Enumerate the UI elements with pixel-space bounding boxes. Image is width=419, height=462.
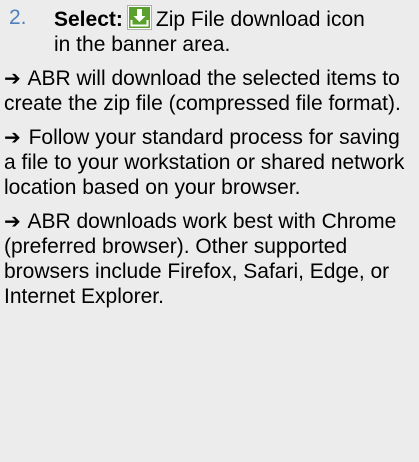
step-text: Select: Zip File download icon in the ban… bbox=[54, 5, 384, 57]
bullet-text: ABR downloads work best with Chrome (pre… bbox=[4, 210, 397, 308]
step-item: 2. Select: Zip File download icon in the … bbox=[4, 5, 415, 57]
step-label: Select: bbox=[54, 8, 123, 31]
instruction-document: 2. Select: Zip File download icon in the … bbox=[4, 5, 415, 309]
bullet-download-items: ➔ ABR will download the selected items t… bbox=[4, 66, 415, 116]
bullet-saving-process: ➔ Follow your standard process for savin… bbox=[4, 125, 415, 200]
download-zip-icon bbox=[126, 5, 152, 30]
arrow-icon: ➔ bbox=[4, 209, 21, 233]
bullet-browser-support: ➔ ABR downloads work best with Chrome (p… bbox=[4, 209, 415, 309]
arrow-icon: ➔ bbox=[4, 66, 21, 90]
arrow-icon: ➔ bbox=[4, 125, 21, 149]
bullet-text: Follow your standard process for saving … bbox=[4, 126, 405, 199]
step-number: 2. bbox=[9, 6, 27, 29]
bullet-text: ABR will download the selected items to … bbox=[4, 67, 401, 115]
